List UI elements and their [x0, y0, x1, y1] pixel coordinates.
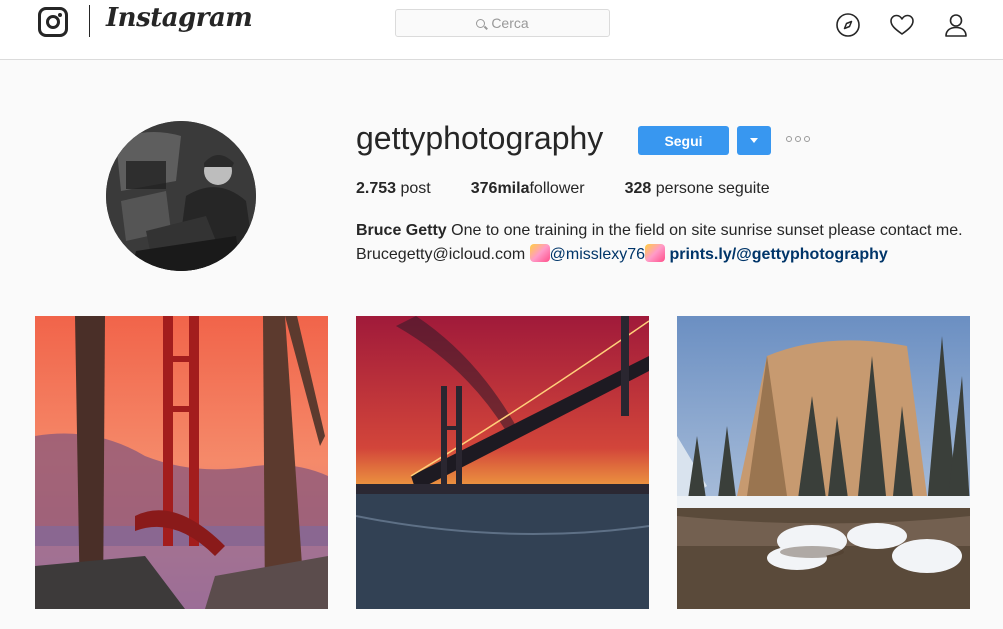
- compass-icon[interactable]: [835, 12, 861, 38]
- instagram-wordmark[interactable]: Instagram: [106, 3, 253, 33]
- posts-label: post: [400, 180, 431, 197]
- following-stat[interactable]: 328 persone seguite: [625, 180, 770, 198]
- followers-stat[interactable]: 376milafollower: [471, 180, 585, 198]
- followers-count: 376mila: [470, 180, 530, 197]
- profile-stats: 2.753 post 376milafollower 328 persone s…: [356, 180, 810, 198]
- following-label: persone seguite: [655, 180, 770, 197]
- bio-website-link[interactable]: prints.ly/@gettyphotography: [669, 246, 887, 263]
- profile-username: gettyphotography: [356, 120, 604, 156]
- nav-divider: [89, 5, 90, 37]
- follow-button[interactable]: Segui: [638, 126, 729, 155]
- heart-icon[interactable]: [889, 12, 915, 38]
- posts-count: 2.753: [356, 180, 397, 197]
- post-thumbnail[interactable]: [356, 316, 649, 609]
- search-icon: [476, 18, 486, 28]
- instagram-glyph-icon[interactable]: [38, 7, 68, 37]
- user-icon[interactable]: [943, 12, 969, 38]
- followers-label: follower: [529, 180, 585, 197]
- avatar: [106, 121, 256, 271]
- following-count: 328: [624, 180, 652, 197]
- bio-mention-link[interactable]: @misslexy76: [550, 246, 645, 263]
- top-nav: Instagram Cerca: [0, 0, 1003, 60]
- search-input[interactable]: Cerca: [395, 9, 610, 37]
- suggestions-dropdown-button[interactable]: [737, 126, 771, 155]
- kiss-emoji-icon: [645, 244, 666, 262]
- profile-bio: Bruce Getty One to one training in the f…: [356, 219, 976, 267]
- kiss-emoji-icon: [529, 244, 550, 262]
- post-thumbnail[interactable]: [677, 316, 970, 609]
- more-options-icon[interactable]: [786, 136, 812, 144]
- post-thumbnail[interactable]: [35, 316, 328, 609]
- search-placeholder: Cerca: [491, 15, 529, 31]
- posts-stat: 2.753 post: [356, 180, 431, 198]
- profile-full-name: Bruce Getty: [356, 222, 447, 239]
